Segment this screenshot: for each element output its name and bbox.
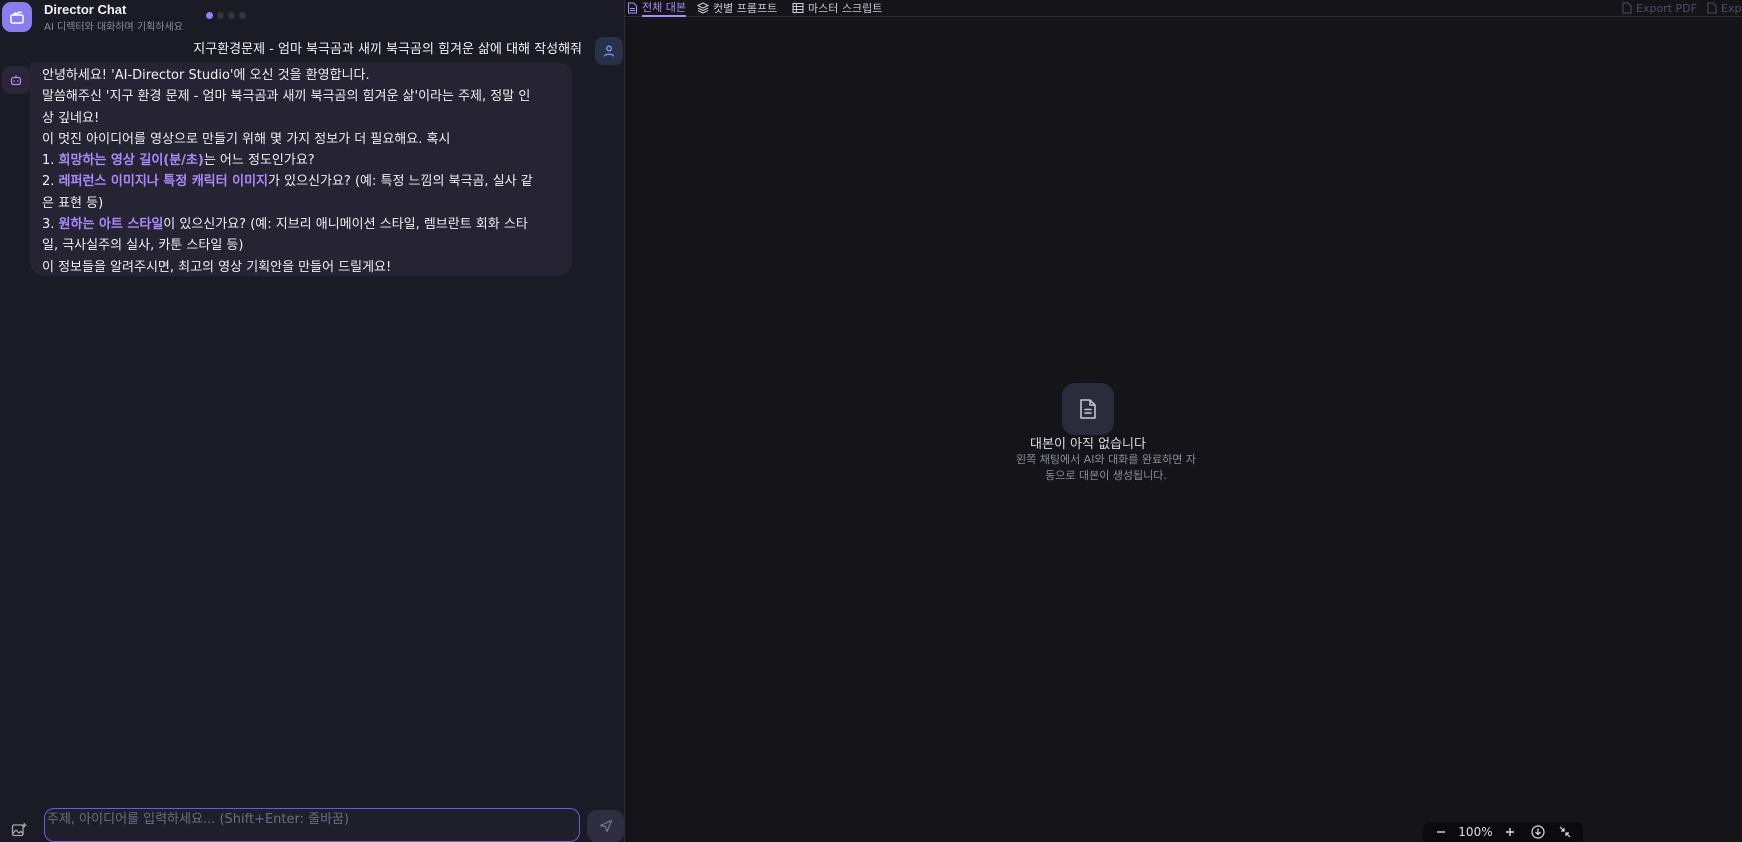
collapse-button[interactable] [1555, 822, 1575, 842]
export-other-button[interactable]: Exp [1707, 0, 1741, 16]
script-panel: 전체 대본 컷별 프롬프트 마스터 스크립트 Export PDF Exp 10… [625, 0, 1742, 842]
minus-icon [1436, 831, 1445, 833]
highlight-text: 레퍼런스 이미지나 특정 캐릭터 이미지 [58, 174, 269, 190]
message-text: 3. [42, 217, 59, 233]
bot-message-line: 1. 희망하는 영상 길이(분/초)는 어느 정도인가요? [42, 150, 562, 171]
bot-message-line: 은 표현 등) [42, 193, 562, 214]
send-icon [599, 819, 612, 833]
export-pdf-label: Export PDF [1636, 1, 1697, 15]
message-text: 은 표현 등) [42, 195, 104, 211]
message-text: 2. [42, 174, 59, 190]
download-button[interactable] [1528, 822, 1548, 842]
tab-master-script-label: 마스터 스크립트 [808, 2, 883, 15]
export-pdf-button[interactable]: Export PDF [1622, 0, 1697, 16]
step-dot [206, 12, 213, 19]
image-plus-icon [11, 823, 27, 837]
chat-panel: Director Chat AI 디렉터와 대화하며 기획하세요 지구환경문제 … [0, 0, 625, 842]
step-indicator [206, 12, 246, 19]
zoom-toolbar: 100% [1423, 822, 1583, 842]
layers-icon [697, 2, 709, 14]
bot-icon [2, 66, 30, 94]
chat-header: Director Chat AI 디렉터와 대화하며 기획하세요 [0, 0, 625, 34]
download-circle-icon [1531, 825, 1545, 839]
tab-cut-prompts-label: 컷별 프롬프트 [713, 2, 778, 15]
empty-state-desc-line: 동으로 대본이 생성됩니다. [1045, 469, 1167, 482]
bot-message-line: 일, 극사실주의 실사, 카툰 스타일 등) [42, 235, 562, 256]
export-other-label: Exp [1721, 1, 1742, 15]
send-button[interactable] [587, 810, 624, 842]
bot-message-line: 이 정보들을 알려주시면, 최고의 영상 기획안을 만들어 드릴게요! [42, 257, 562, 278]
message-text: 안녕하세요! 'AI-Director Studio'에 오신 것을 환영합니다… [42, 68, 370, 83]
step-dot [239, 12, 246, 19]
empty-state-desc-line: 왼쪽 채팅에서 AI와 대화를 완료하면 자 [1015, 453, 1197, 466]
zoom-in-button[interactable] [1500, 822, 1520, 842]
message-text: 이 멋진 아이디어를 영상으로 만들기 위해 몇 가지 정보가 더 필요해요. … [42, 131, 451, 147]
message-text: 는 어느 정도인가요? [203, 153, 315, 169]
plus-icon [1506, 828, 1515, 836]
tab-cut-prompts[interactable]: 컷별 프롬프트 [697, 0, 777, 16]
table-icon [792, 2, 804, 14]
app-subtitle: AI 디렉터와 대화하며 기획하세요 [44, 22, 183, 33]
tab-bar: 전체 대본 컷별 프롬프트 마스터 스크립트 Export PDF Exp [625, 0, 1742, 17]
user-icon [595, 37, 623, 65]
app: Director Chat AI 디렉터와 대화하며 기획하세요 지구환경문제 … [0, 0, 1742, 842]
zoom-level: 100% [1458, 825, 1493, 839]
zoom-out-button[interactable] [1431, 822, 1451, 842]
step-dot [217, 12, 224, 19]
bot-message-line: 상 깊네요! [42, 108, 562, 129]
message-text: 1. [42, 153, 59, 169]
tab-master-script[interactable]: 마스터 스크립트 [792, 0, 882, 16]
app-title: Director Chat [44, 2, 127, 17]
chat-input[interactable] [44, 808, 580, 842]
message-text: 상 깊네요! [42, 110, 100, 126]
bot-message-line: 2. 레퍼런스 이미지나 특정 캐릭터 이미지가 있으신가요? (예: 특정 느… [42, 171, 562, 192]
message-text: 가 있으신가요? (예: 특정 느낌의 북극곰, 실사 같 [268, 174, 533, 190]
bot-message-line: 이 멋진 아이디어를 영상으로 만들기 위해 몇 가지 정보가 더 필요해요. … [42, 129, 562, 150]
document-icon [627, 2, 638, 14]
empty-script-icon-box [1062, 383, 1114, 435]
highlight-text: 희망하는 영상 길이(분/초) [58, 153, 204, 169]
tab-full-script[interactable]: 전체 대본 [627, 0, 686, 17]
message-text: 일, 극사실주의 실사, 카툰 스타일 등) [42, 238, 244, 254]
empty-state-title: 대본이 아직 없습니다 [1030, 437, 1146, 452]
file-icon [1622, 2, 1632, 14]
bot-message-line: 말씀해주신 '지구 환경 문제 - 엄마 북극곰과 새끼 북극곰의 힘겨운 삶'… [42, 86, 562, 107]
clapperboard-icon [2, 2, 32, 32]
step-dot [228, 12, 235, 19]
document-icon [1080, 399, 1096, 419]
image-attach-button[interactable] [6, 818, 32, 842]
highlight-text: 원하는 아트 스타일 [58, 217, 164, 233]
chat-input-area [0, 806, 625, 842]
user-message-text: 지구환경문제 - 엄마 북극곰과 새끼 북극곰의 힘겨운 삶에 대해 작성해줘 [193, 38, 582, 57]
bot-message: 안녕하세요! 'AI-Director Studio'에 오신 것을 환영합니다… [30, 62, 572, 276]
tab-full-script-label: 전체 대본 [642, 0, 686, 17]
message-text: 말씀해주신 '지구 환경 문제 - 엄마 북극곰과 새끼 북극곰의 힘겨운 삶'… [42, 89, 531, 105]
bot-message-line: 안녕하세요! 'AI-Director Studio'에 오신 것을 환영합니다… [42, 65, 562, 86]
collapse-icon [1559, 826, 1571, 838]
user-message: 지구환경문제 - 엄마 북극곰과 새끼 북극곰의 힘겨운 삶에 대해 작성해줘 [160, 34, 582, 62]
bot-message-line: 3. 원하는 아트 스타일이 있으신가요? (예: 지브리 애니메이션 스타일,… [42, 214, 562, 235]
empty-state-description: 왼쪽 채팅에서 AI와 대화를 완료하면 자 동으로 대본이 생성됩니다. [1006, 452, 1206, 484]
message-text: 이 정보들을 알려주시면, 최고의 영상 기획안을 만들어 드릴게요! [42, 259, 392, 275]
file-icon [1707, 2, 1717, 14]
message-text: 이 있으신가요? (예: 지브리 애니메이션 스타일, 렘브란트 회화 스타 [163, 217, 528, 233]
